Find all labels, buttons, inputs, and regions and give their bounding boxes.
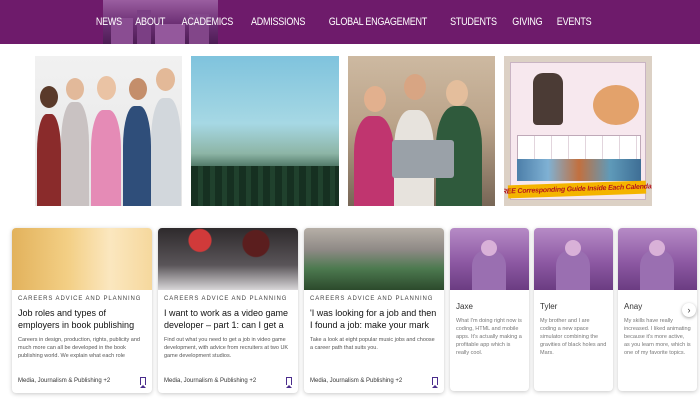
article-card[interactable]: CAREERS ADVICE AND PLANNING Job roles an… <box>12 228 152 393</box>
profile-card-desc: What I'm doing right now is coding, HTML… <box>456 318 522 356</box>
photo-pet-calendar[interactable]: FREE Corresponding Guide Inside Each Cal… <box>504 56 652 206</box>
article-card-image <box>12 228 152 290</box>
article-card[interactable]: CAREERS ADVICE AND PLANNING 'I was looki… <box>304 228 444 393</box>
profile-card-image <box>450 228 529 290</box>
nav-giving[interactable]: GIVING <box>512 16 542 28</box>
article-card[interactable]: CAREERS ADVICE AND PLANNING I want to wo… <box>158 228 298 393</box>
article-card-image <box>158 228 298 290</box>
article-card-title[interactable]: Job roles and types of employers in book… <box>18 307 146 331</box>
calendar-graphic <box>510 62 646 200</box>
nav-global-engagement[interactable]: GLOBAL ENGAGEMENT <box>329 16 427 28</box>
profile-card[interactable]: Jaxe What I'm doing right now is coding,… <box>450 228 529 391</box>
bookmark-icon[interactable] <box>140 377 146 388</box>
profile-card-name: Tyler <box>540 302 558 311</box>
article-card-desc: Careers in design, production, rights, p… <box>18 337 140 359</box>
nav-about[interactable]: ABOUT <box>135 16 165 28</box>
profile-card-desc: My brother and I are coding a new space … <box>540 318 607 356</box>
nav-news[interactable]: NEWS <box>96 16 122 28</box>
article-card-tag: CAREERS ADVICE AND PLANNING <box>18 296 142 302</box>
article-card-title[interactable]: 'I was looking for a job and then I foun… <box>310 307 438 331</box>
article-card-tag: CAREERS ADVICE AND PLANNING <box>310 296 434 302</box>
nav-academics[interactable]: ACADEMICS <box>181 16 233 28</box>
bookmark-icon[interactable] <box>286 377 292 388</box>
photo-forest-landscape[interactable] <box>191 56 339 206</box>
profile-card[interactable]: Tyler My brother and I are coding a new … <box>534 228 613 391</box>
article-card-desc: Take a look at eight popular music jobs … <box>310 337 435 351</box>
article-card-tag: CAREERS ADVICE AND PLANNING <box>164 296 288 302</box>
article-card-meta: Media, Journalism & Publishing +2 <box>164 378 257 384</box>
article-card-meta: Media, Journalism & Publishing +2 <box>18 378 111 384</box>
profile-card-image <box>534 228 613 290</box>
nav-students[interactable]: STUDENTS <box>450 16 497 28</box>
bookmark-icon[interactable] <box>432 377 438 388</box>
article-card-desc: Find out what you need to get a job in v… <box>164 337 289 359</box>
content-carousel: CAREERS ADVICE AND PLANNING Job roles an… <box>12 228 700 398</box>
nav-admissions[interactable]: ADMISSIONS <box>251 16 305 28</box>
profile-card-image <box>618 228 697 290</box>
article-card-title[interactable]: I want to work as a video game developer… <box>164 307 292 331</box>
profile-card-name: Jaxe <box>456 302 473 311</box>
article-card-meta: Media, Journalism & Publishing +2 <box>310 378 403 384</box>
main-nav: NEWS ABOUT ACADEMICS ADMISSIONS GLOBAL E… <box>93 0 595 44</box>
top-nav-bar: NEWS ABOUT ACADEMICS ADMISSIONS GLOBAL E… <box>0 0 700 44</box>
photo-students-group[interactable] <box>35 56 182 206</box>
article-card-image <box>304 228 444 290</box>
profile-card-desc: My skills have really increased. I liked… <box>624 318 691 356</box>
photo-gallery: FREE Corresponding Guide Inside Each Cal… <box>35 56 655 206</box>
nav-events[interactable]: EVENTS <box>557 16 592 28</box>
carousel-next-button[interactable]: › <box>682 303 696 317</box>
photo-students-laptop[interactable] <box>348 56 495 206</box>
